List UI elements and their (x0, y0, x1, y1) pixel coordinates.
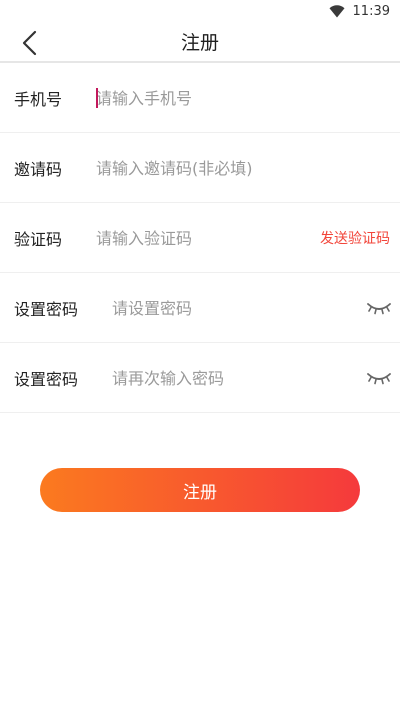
header-bar: 注册 (0, 22, 400, 63)
eye-closed-icon[interactable] (366, 366, 392, 390)
password-row: 设置密码 (0, 273, 400, 343)
verification-code-input[interactable] (96, 203, 306, 273)
code-row: 验证码 发送验证码 (0, 203, 400, 273)
phone-input[interactable] (96, 63, 306, 133)
register-button[interactable]: 注册 (40, 468, 360, 512)
eye-closed-icon[interactable] (366, 296, 392, 320)
wifi-icon (329, 4, 347, 18)
status-bar: 11:39 (0, 0, 400, 22)
code-label: 验证码 (14, 229, 63, 249)
password-input[interactable] (112, 273, 352, 343)
password-confirm-row: 设置密码 (0, 343, 400, 413)
register-screen: 11:39 注册 手机号 邀请码 验证码 发送验证码 设置密码 (0, 0, 400, 710)
password-label: 设置密码 (14, 299, 79, 319)
password-confirm-label: 设置密码 (14, 369, 79, 389)
text-cursor (96, 88, 98, 108)
send-code-button[interactable]: 发送验证码 (320, 203, 390, 273)
invite-code-input[interactable] (96, 133, 326, 203)
back-chevron-icon[interactable] (14, 28, 44, 58)
page-title: 注册 (180, 32, 219, 54)
phone-label: 手机号 (14, 89, 63, 109)
invite-row: 邀请码 (0, 133, 400, 203)
password-confirm-input[interactable] (112, 343, 352, 413)
status-time: 11:39 (352, 3, 390, 19)
phone-row: 手机号 (0, 63, 400, 133)
invite-label: 邀请码 (14, 159, 63, 179)
register-form: 手机号 邀请码 验证码 发送验证码 设置密码 (0, 63, 400, 413)
